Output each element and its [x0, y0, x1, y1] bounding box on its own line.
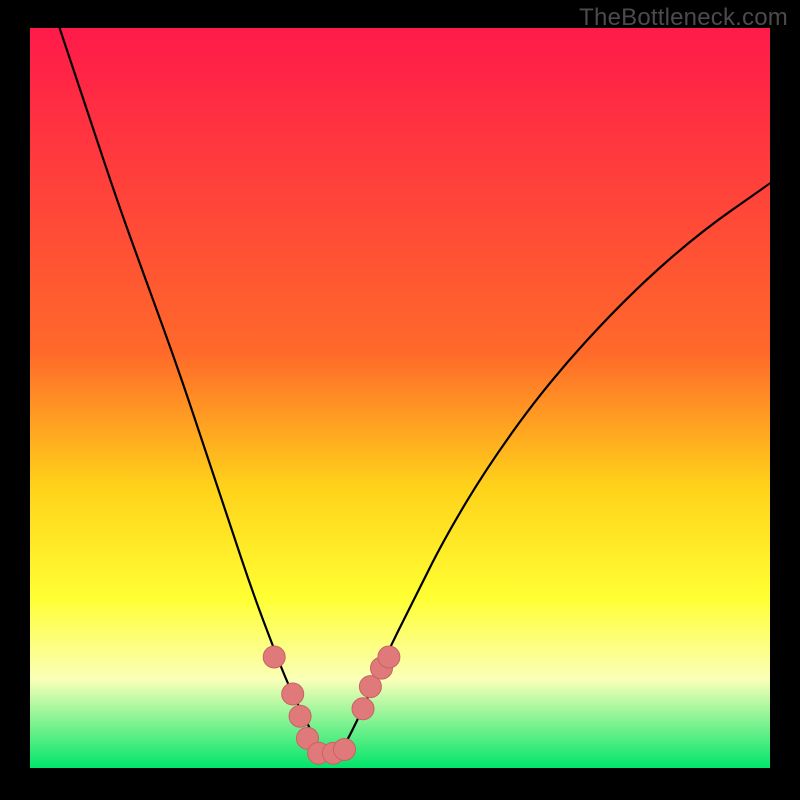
plot-outer	[30, 28, 770, 768]
marker-point	[282, 683, 304, 705]
marker-point	[289, 705, 311, 727]
marker-point	[334, 739, 356, 761]
watermark-text: TheBottleneck.com	[579, 4, 788, 32]
marker-point	[263, 646, 285, 668]
bottleneck-curve-svg	[30, 28, 770, 768]
plot-area	[30, 28, 770, 768]
marker-point	[352, 698, 374, 720]
marker-point	[378, 646, 400, 668]
